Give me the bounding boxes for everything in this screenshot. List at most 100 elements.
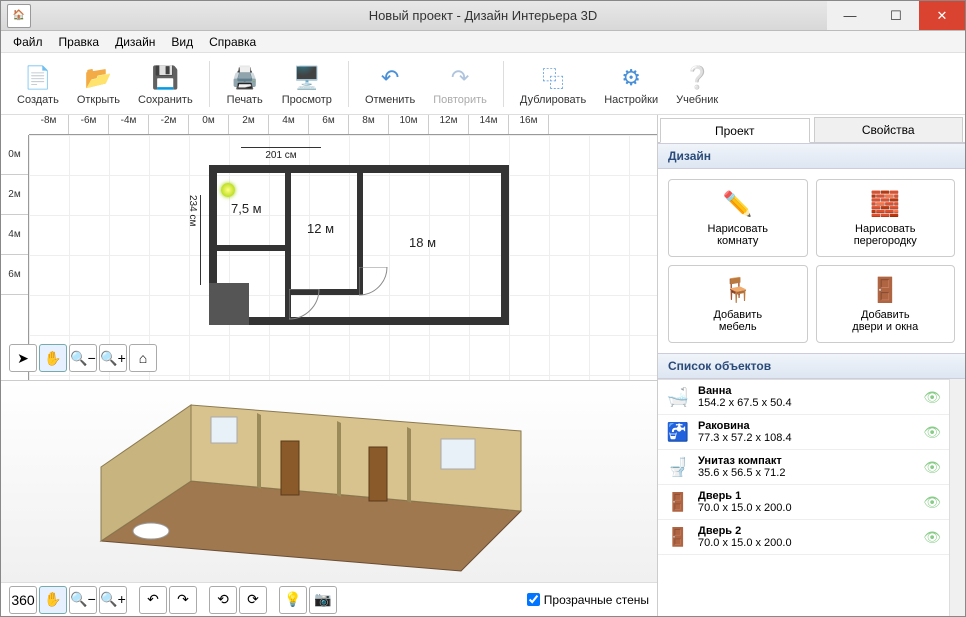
workspace-left: -8м-6м-4м-2м0м2м4м6м8м10м12м14м16м 0м2м4… bbox=[1, 115, 657, 616]
scrollbar[interactable] bbox=[949, 379, 965, 616]
ruler-tick: -4м bbox=[109, 115, 149, 134]
door-icon: 🚪 bbox=[666, 490, 690, 514]
object-list-item[interactable]: 🛁Ванна154.2 x 67.5 x 50.4👁 bbox=[658, 380, 949, 415]
object-list-item[interactable]: 🚽 Унитаз компакт35.6 x 56.5 x 71.2 👁 bbox=[658, 450, 949, 485]
visibility-toggle[interactable]: 👁 bbox=[923, 529, 941, 546]
plan-2d-view[interactable]: -8м-6м-4м-2м0м2м4м6м8м10м12м14м16м 0м2м4… bbox=[1, 115, 657, 380]
duplicate-label: Дублировать bbox=[520, 94, 586, 106]
create-button[interactable]: 📄Создать bbox=[9, 60, 67, 108]
settings-button[interactable]: ⚙Настройки bbox=[596, 60, 666, 108]
object-dimensions: 35.6 x 56.5 x 71.2 bbox=[698, 467, 915, 479]
redo-icon: ↷ bbox=[444, 62, 476, 94]
duplicate-button[interactable]: ⿻Дублировать bbox=[512, 60, 594, 108]
menu-view[interactable]: Вид bbox=[163, 33, 201, 51]
menu-file[interactable]: Файл bbox=[5, 33, 51, 51]
tab-project[interactable]: Проект bbox=[660, 118, 810, 143]
print-label: Печать bbox=[227, 94, 263, 106]
visibility-toggle[interactable]: 👁 bbox=[923, 494, 941, 511]
brick-wall-icon: 🧱 bbox=[870, 190, 900, 219]
object-list[interactable]: 🛁Ванна154.2 x 67.5 x 50.4👁🚰Раковина77.3 … bbox=[658, 379, 949, 616]
ruler-tick: 4м bbox=[1, 215, 28, 255]
ruler-tick: 16м bbox=[509, 115, 549, 134]
flip-button[interactable]: ⟳ bbox=[239, 586, 267, 614]
lighting-button[interactable]: 💡 bbox=[279, 586, 307, 614]
transparent-walls-option[interactable]: Прозрачные стены bbox=[527, 593, 649, 607]
redo-button[interactable]: ↷Повторить bbox=[425, 60, 495, 108]
pan-tool[interactable]: ✋ bbox=[39, 344, 67, 372]
menu-edit[interactable]: Правка bbox=[51, 33, 108, 51]
draw-partition-button[interactable]: 🧱 Нарисоватьперегородку bbox=[816, 179, 956, 257]
room-label-1: 7,5 м bbox=[231, 201, 262, 216]
pencil-ruler-icon: ✏️ bbox=[723, 190, 753, 219]
tutorial-label: Учебник bbox=[676, 94, 718, 106]
view-3d: 360 ✋ 🔍− 🔍+ ↶ ↷ ⟲ ⟳ 💡 📷 Прозрачные стены bbox=[1, 380, 657, 616]
redo-label: Повторить bbox=[433, 94, 487, 106]
minimize-button[interactable]: — bbox=[827, 1, 873, 30]
zoom-out-3d[interactable]: 🔍− bbox=[69, 586, 97, 614]
room-label-2: 12 м bbox=[307, 221, 334, 236]
zoom-in-icon: 🔍+ bbox=[100, 350, 126, 367]
objects-section-header: Список объектов bbox=[658, 353, 965, 379]
ruler-tick: 0м bbox=[1, 135, 28, 175]
visibility-toggle[interactable]: 👁 bbox=[923, 459, 941, 476]
ruler-tick: 4м bbox=[269, 115, 309, 134]
undo-button[interactable]: ↶Отменить bbox=[357, 60, 423, 108]
tab-properties[interactable]: Свойства bbox=[814, 117, 964, 142]
menubar: Файл Правка Дизайн Вид Справка bbox=[1, 31, 965, 53]
save-label: Сохранить bbox=[138, 94, 193, 106]
object-list-item[interactable]: 🚰Раковина77.3 x 57.2 x 108.4👁 bbox=[658, 415, 949, 450]
add-doors-windows-button[interactable]: 🚪 Добавитьдвери и окна bbox=[816, 265, 956, 343]
ruler-tick: 6м bbox=[1, 255, 28, 295]
pan-3d-tool[interactable]: ✋ bbox=[39, 586, 67, 614]
visibility-toggle[interactable]: 👁 bbox=[923, 424, 941, 441]
ruler-tick: 14м bbox=[469, 115, 509, 134]
object-name: Дверь 1 bbox=[698, 490, 915, 502]
visibility-toggle[interactable]: 👁 bbox=[923, 389, 941, 406]
ruler-tick: -8м bbox=[29, 115, 69, 134]
panel-tabs: Проект Свойства bbox=[658, 115, 965, 143]
orbit-tool[interactable]: 360 bbox=[9, 586, 37, 614]
object-dimensions: 154.2 x 67.5 x 50.4 bbox=[698, 397, 915, 409]
view-3d-canvas[interactable] bbox=[1, 381, 657, 582]
tutorial-button[interactable]: ❔Учебник bbox=[668, 60, 726, 108]
home-button[interactable]: ⌂ bbox=[129, 344, 157, 372]
object-dimensions: 70.0 x 15.0 x 200.0 bbox=[698, 537, 915, 549]
object-dimensions: 77.3 x 57.2 x 108.4 bbox=[698, 432, 915, 444]
floorplan[interactable]: 7,5 м 12 м 18 м bbox=[209, 165, 509, 325]
create-label: Создать bbox=[17, 94, 59, 106]
object-list-item[interactable]: 🚪Дверь 170.0 x 15.0 x 200.0👁 bbox=[658, 485, 949, 520]
gear-icon: ⚙ bbox=[615, 62, 647, 94]
zoom-out-button[interactable]: 🔍− bbox=[69, 344, 97, 372]
menu-help[interactable]: Справка bbox=[201, 33, 264, 51]
select-tool[interactable]: ➤ bbox=[9, 344, 37, 372]
view-3d-toolbar: 360 ✋ 🔍− 🔍+ ↶ ↷ ⟲ ⟳ 💡 📷 Прозрачные стены bbox=[1, 582, 657, 616]
iso-render bbox=[81, 401, 541, 581]
toilet-icon: 🚽 bbox=[666, 455, 690, 479]
rotate-right-button[interactable]: ↷ bbox=[169, 586, 197, 614]
help-icon: ❔ bbox=[681, 62, 713, 94]
reset-view-button[interactable]: ⟲ bbox=[209, 586, 237, 614]
maximize-button[interactable]: ☐ bbox=[873, 1, 919, 30]
zoom-in-button[interactable]: 🔍+ bbox=[99, 344, 127, 372]
ruler-tick: 0м bbox=[189, 115, 229, 134]
object-name: Унитаз компакт bbox=[698, 455, 915, 467]
print-button[interactable]: 🖨️Печать bbox=[218, 60, 272, 108]
close-button[interactable]: ✕ bbox=[919, 1, 965, 30]
transparent-walls-checkbox[interactable] bbox=[527, 593, 540, 606]
object-list-item[interactable]: 🚪Дверь 270.0 x 15.0 x 200.0👁 bbox=[658, 520, 949, 555]
draw-room-button[interactable]: ✏️ Нарисоватькомнату bbox=[668, 179, 808, 257]
save-button[interactable]: 💾Сохранить bbox=[130, 60, 201, 108]
active-point-marker[interactable] bbox=[221, 183, 235, 197]
menu-design[interactable]: Дизайн bbox=[107, 33, 163, 51]
preview-button[interactable]: 🖥️Просмотр bbox=[274, 60, 340, 108]
ruler-tick: -2м bbox=[149, 115, 189, 134]
add-furniture-button[interactable]: 🪑 Добавитьмебель bbox=[668, 265, 808, 343]
settings-label: Настройки bbox=[604, 94, 658, 106]
open-label: Открыть bbox=[77, 94, 120, 106]
rotate-left-button[interactable]: ↶ bbox=[139, 586, 167, 614]
camera-button[interactable]: 📷 bbox=[309, 586, 337, 614]
door-icon: 🚪 bbox=[870, 276, 900, 305]
zoom-in-3d[interactable]: 🔍+ bbox=[99, 586, 127, 614]
open-button[interactable]: 📂Открыть bbox=[69, 60, 128, 108]
separator bbox=[503, 61, 504, 107]
